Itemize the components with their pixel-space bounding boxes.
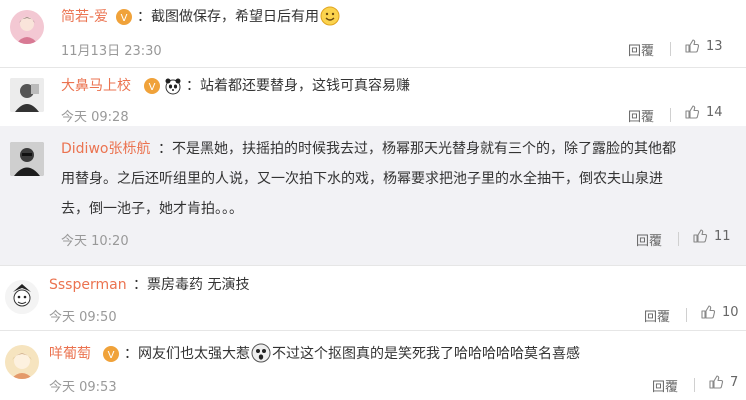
timestamp: 今天 09:28 [61,110,129,125]
comment-item: Didiwo张栎航 ：不是黑她，扶摇拍的时候我去过，杨幂那天光替身就有三个的，除… [0,126,746,265]
comment-body: 截图做保存，希望日后有用 [151,9,319,25]
like-count: 7 [730,374,739,390]
avatar[interactable] [10,10,44,44]
like-button[interactable]: 7 [708,374,738,390]
comment-body: 用替身。之后还听组里的人说，又一次拍下水的戏，杨幂要求把池子里的水全抽干，倒农夫… [61,171,663,187]
vip-badge-icon: V [143,77,161,95]
divider [670,42,671,56]
svg-text:V: V [121,13,128,24]
comment-body: 不过这个抠图真的是笑死我了哈哈哈哈哈莫名喜感 [272,346,580,362]
comment-item: 简若-爱 V ：截图做保存，希望日后有用 11月13日 23:30 回覆 13 [0,0,746,67]
reply-button[interactable]: 回覆 [644,306,670,325]
username[interactable]: 简若-爱 [61,8,108,26]
comment-body: 网友们也太强大惹 [138,346,250,362]
timestamp: 今天 10:20 [61,234,129,249]
timestamp: 今天 09:50 [49,310,117,325]
like-button[interactable]: 10 [700,304,739,320]
thumbs-up-icon [685,105,700,119]
like-count: 13 [706,38,723,54]
reply-button[interactable]: 回覆 [652,376,678,395]
avatar[interactable] [5,345,39,379]
username[interactable]: 咩葡萄 [49,345,91,363]
username[interactable]: 大鼻马上校 [61,77,131,95]
comment-text: ：截图做保存，希望日后有用 [137,2,341,32]
divider [678,232,679,246]
comment-text: ：网友们也太强大惹 不过这个抠图真的是笑死我了哈哈哈哈哈莫名喜感 [124,339,580,369]
comment-item: 咩葡萄 V ：网友们也太强大惹 不过这个抠图真的是笑死我了哈哈哈哈哈莫名喜感 今天… [0,331,746,400]
avatar[interactable] [10,142,44,176]
comment-text: ：不是黑她，扶摇拍的时候我去过，杨幂那天光替身就有三个的，除了露脸的其他都 用替… [61,134,741,224]
timestamp: 11月13日 23:30 [61,44,162,59]
comment-text: ：站着都还要替身，这钱可真容易赚 [186,78,410,94]
reply-button[interactable]: 回覆 [636,230,662,249]
svg-text:V: V [108,350,115,361]
like-count: 10 [722,304,739,320]
avatar[interactable] [5,280,39,314]
comment-body: 去，倒一池子，她才肯拍。。。 [61,201,243,217]
comment-body: 不是黑她，扶摇拍的时候我去过，杨幂那天光替身就有三个的，除了露脸的其他都 [172,141,676,157]
divider [694,378,695,392]
like-count: 14 [706,104,723,120]
like-button[interactable]: 13 [684,38,723,54]
vip-badge-icon: V [102,345,120,363]
divider [686,308,687,322]
divider [670,108,671,122]
timestamp: 今天 09:53 [49,380,117,395]
reply-button[interactable]: 回覆 [628,40,654,59]
comment-body: 站着都还要替身，这钱可真容易赚 [200,78,410,94]
smile-emoji-icon [320,6,340,26]
thumbs-up-icon [701,305,716,319]
avatar[interactable] [10,78,44,112]
vip-badge-icon: V [115,8,133,26]
like-count: 11 [714,228,731,244]
reply-button[interactable]: 回覆 [628,106,654,125]
comment-item: 大鼻马上校 V ：站着都还要替身，这钱可真容易赚 今天 09:28 回覆 14 [0,68,746,126]
comment-text: ：票房毒药 无演技 [133,277,250,293]
like-button[interactable]: 14 [684,104,723,120]
thumbs-up-icon [709,375,724,389]
username[interactable]: Sssperman [49,276,127,294]
shocked-emoji-icon [251,343,271,363]
thumbs-up-icon [693,229,708,243]
panda-icon [164,77,182,95]
comment-body: 票房毒药 无演技 [147,277,250,293]
comment-item: Sssperman ：票房毒药 无演技 今天 09:50 回覆 10 [0,266,746,330]
svg-text:V: V [149,82,156,93]
like-button[interactable]: 11 [692,228,731,244]
thumbs-up-icon [685,39,700,53]
